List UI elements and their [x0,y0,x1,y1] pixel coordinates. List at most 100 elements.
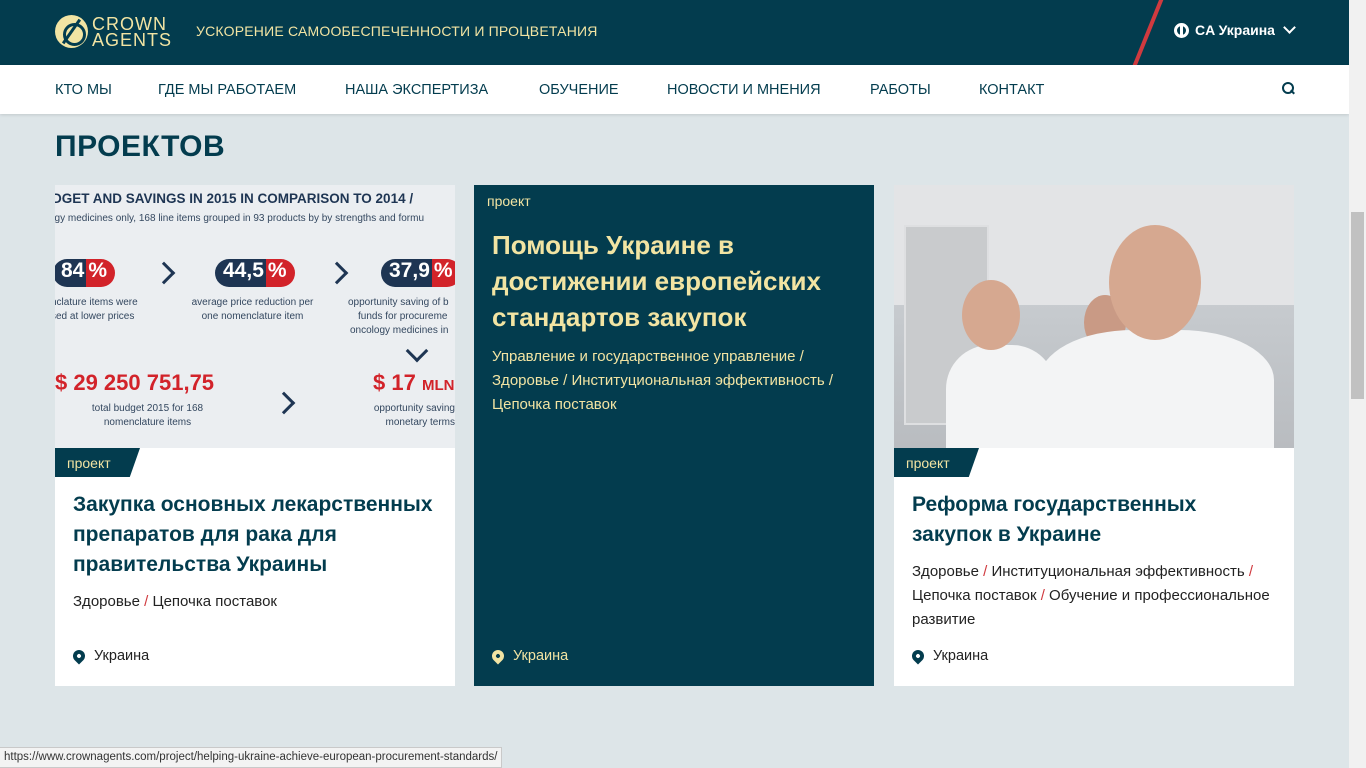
stat-3-value: 37,9 [381,259,432,287]
map-pin-icon [70,647,88,665]
project-card-1[interactable]: DGET AND SAVINGS IN 2015 IN COMPARISON T… [55,185,455,686]
logo-line-2: AGENTS [92,29,173,50]
nav-item-news[interactable]: НОВОСТИ И МНЕНИЯ [667,82,821,98]
budget-caption-2: nomenclature items [103,417,192,428]
photo [894,185,1294,448]
stat-3-percent: % [431,259,455,287]
card-title[interactable]: Помощь Украине в достижении европейских … [492,227,862,335]
chevron-down-icon [405,339,429,363]
stat-2-value: 44,5 [215,259,266,287]
budget-caption: total budget 2015 for 168 nomenclature i… [60,402,235,430]
card-location: Украина [909,647,989,665]
nav-item-who-we-are[interactable]: КТО МЫ [55,82,112,98]
stat-1-caption-1: nclature items were [55,297,138,308]
card-title[interactable]: Реформа государственных закупок в Украин… [912,490,1282,550]
project-card-2[interactable]: проект Помощь Украине в достижении европ… [474,185,874,686]
stat-2-badge: 44,5% [215,259,295,287]
saving-caption-2: monetary terms [385,417,455,428]
globe-icon [1174,22,1189,38]
stat-1-value: 84 [55,259,87,287]
tag-link[interactable]: Здоровье [492,372,559,389]
decorative-slash [1128,0,1166,65]
card-location: Украина [70,647,150,665]
tagline: УСКОРЕНИЕ САМООБЕСПЕЧЕННОСТИ И ПРОЦВЕТАН… [196,23,598,39]
card-tags: Управление и государственное управление … [492,348,834,413]
tag-link[interactable]: Институциональная эффективность [991,563,1244,580]
stat-1-percent: % [86,259,116,287]
tag-separator: / [144,593,149,610]
search-icon[interactable] [1282,82,1294,94]
section-title: ПРОЕКТОВ [55,130,226,163]
status-url: https://www.crownagents.com/project/help… [0,747,503,768]
location-label: Украина [94,648,150,664]
project-badge: проект [487,193,531,209]
nav-item-expertise[interactable]: НАША ЭКСПЕРТИЗА [345,82,488,98]
scrollbar-thumb[interactable] [1351,212,1364,399]
stat-3-badge: 37,9% [381,259,455,287]
budget-caption-1: total budget 2015 for 168 [91,403,204,414]
stat-2-caption-2: one nomenclature item [201,311,304,322]
nav-item-contact[interactable]: КОНТАКТ [979,82,1044,98]
budget-value: $ 29 250 751,75 [55,370,215,395]
tag-separator: / [1040,587,1045,604]
stat-3-caption-1: opportunity saving of b [348,297,449,308]
language-selector[interactable]: CA Украина [1174,21,1296,38]
project-badge: проект [55,448,140,477]
stat-2-percent: % [265,259,295,287]
language-label: CA Украина [1195,22,1275,38]
tag-link[interactable]: Цепочка поставок [152,593,277,610]
saving-caption: opportunity saving monetary terms [367,402,455,430]
chevron-right-icon [272,391,296,415]
nav-item-training[interactable]: ОБУЧЕНИЕ [539,82,619,98]
map-pin-icon [909,647,927,665]
chevron-right-icon [325,261,349,285]
logo-text: CROWN AGENTS [92,15,173,50]
chevron-right-icon [152,261,176,285]
stat-1-caption-2: sed at lower prices [55,311,135,322]
saving-unit: MLN [421,377,455,394]
tag-separator: / [983,563,988,580]
photo-person [1109,225,1201,340]
infographic-heading: DGET AND SAVINGS IN 2015 IN COMPARISON T… [55,191,414,206]
infographic: DGET AND SAVINGS IN 2015 IN COMPARISON T… [55,185,455,448]
card-tags: Здоровье / Институциональная эффективнос… [912,560,1282,632]
project-badge: проект [894,448,979,477]
stat-1-badge: 84% [55,259,116,287]
vertical-scrollbar[interactable] [1349,0,1366,768]
card-tags: Здоровье / Цепочка поставок [73,590,443,614]
card-location: Украина [489,647,569,665]
tag-link[interactable]: Институциональная эффективность [571,372,824,389]
location-label: Украина [513,648,569,664]
crown-agents-logo[interactable]: CROWN AGENTS [55,15,173,50]
nav-item-jobs[interactable]: РАБОТЫ [870,82,931,98]
stat-2-caption-1: average price reduction per [191,297,314,308]
top-bar: CROWN AGENTS УСКОРЕНИЕ САМООБЕСПЕЧЕННОСТ… [0,0,1349,65]
main-nav: КТО МЫ ГДЕ МЫ РАБОТАЕМ НАША ЭКСПЕРТИЗА О… [0,65,1349,114]
logo-mark-icon [55,15,88,48]
tag-link[interactable]: Здоровье [73,593,140,610]
tag-link[interactable]: Цепочка поставок [912,587,1037,604]
tag-separator: / [1248,563,1254,580]
doctors-photo [894,185,1294,448]
photo-person [962,280,1020,350]
map-pin-icon [489,647,507,665]
stat-3-caption-2: funds for procureme [358,311,448,322]
project-card-3[interactable]: проект Реформа государственных закупок в… [894,185,1294,686]
card-title[interactable]: Закупка основных лекарственных препарато… [73,490,443,580]
stat-3-caption: opportunity saving of b funds for procur… [348,296,449,338]
nav-item-where-we-work[interactable]: ГДЕ МЫ РАБОТАЕМ [158,82,296,98]
tag-link[interactable]: Цепочка поставок [492,396,617,413]
tag-link[interactable]: Здоровье [912,563,979,580]
stat-2-caption: average price reduction per one nomencla… [185,296,320,324]
tag-link[interactable]: Управление и государственное управление [492,348,796,365]
saving-caption-1: opportunity saving [373,403,455,414]
chevron-down-icon [1283,21,1296,34]
saving-amount: $ 17 [373,370,416,395]
infographic-image: DGET AND SAVINGS IN 2015 IN COMPARISON T… [55,185,455,448]
stat-1-caption: nclature items were sed at lower prices [55,296,138,324]
stat-3-caption-3: oncology medicines in [350,325,449,336]
photo-person [1039,330,1274,448]
location-label: Украина [933,648,989,664]
saving-value: $ 17 MLN [373,370,454,396]
infographic-subheading: ogy medicines only, 168 line items group… [55,213,425,224]
